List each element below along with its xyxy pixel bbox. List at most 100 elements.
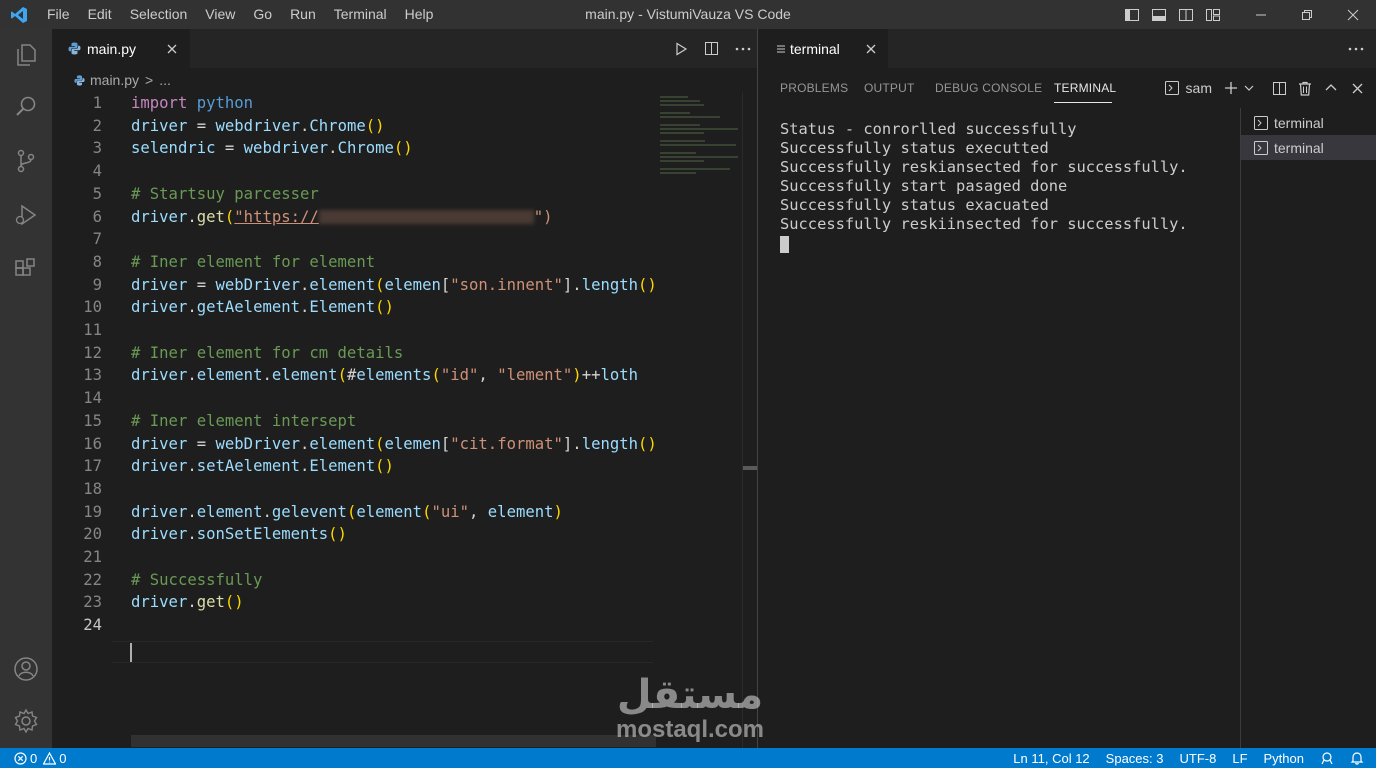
tab-main-py[interactable]: main.py	[52, 29, 190, 68]
end-of-line[interactable]: LF	[1232, 751, 1247, 766]
tab-terminal-panel[interactable]: TERMINAL	[1054, 81, 1116, 95]
chevron-down-icon[interactable]	[1240, 68, 1258, 108]
tab-problems[interactable]: PROBLEMS	[780, 81, 848, 95]
terminal-icon	[776, 44, 786, 54]
terminal-line: Successfully reskiansected for successfu…	[780, 158, 1188, 177]
vscode-logo-icon	[0, 0, 38, 29]
menu-view[interactable]: View	[196, 0, 244, 29]
line-number: 10	[83, 298, 102, 317]
split-editor-icon[interactable]	[696, 29, 727, 68]
line-text: driver = webDriver.element(elemen["son.i…	[131, 275, 657, 294]
code-line: 20 driver.sonSetElements()	[52, 523, 652, 546]
problems-indicator[interactable]: 0 0	[14, 748, 66, 768]
menu-file[interactable]: File	[38, 0, 79, 29]
close-tab-icon[interactable]	[154, 29, 190, 68]
manage-gear-icon[interactable]	[0, 697, 52, 745]
indentation[interactable]: Spaces: 3	[1106, 751, 1164, 766]
line-text: driver.element.gelevent(element("ui", el…	[131, 502, 563, 521]
minimize-icon[interactable]	[1238, 0, 1284, 29]
extensions-icon[interactable]	[0, 245, 52, 293]
line-number: 19	[83, 502, 102, 521]
menu-selection[interactable]: Selection	[121, 0, 197, 29]
watermark-logo: مستقل mostaql.com	[600, 672, 780, 752]
code-line: 9 driver = webDriver.element(elemen["son.…	[52, 274, 657, 297]
line-text: driver = webdriver.Chrome()	[131, 116, 385, 135]
terminal-list-item[interactable]: terminal	[1241, 110, 1376, 135]
terminal-line: Successfully status executted	[780, 139, 1049, 158]
restore-icon[interactable]	[1284, 0, 1330, 29]
code-line: 11	[52, 319, 652, 342]
code-line: 1 import python	[52, 92, 652, 115]
panel-header: PROBLEMS OUTPUT DEBUG CONSOLE TERMINAL s…	[758, 68, 1376, 108]
toggle-secondary-sidebar-icon[interactable]	[1172, 0, 1199, 29]
menu-help[interactable]: Help	[396, 0, 443, 29]
line-number: 16	[83, 434, 102, 453]
close-panel-icon[interactable]	[1344, 68, 1370, 108]
code-line: 2 driver = webdriver.Chrome()	[52, 115, 652, 138]
terminal-prompt-icon	[1164, 80, 1180, 96]
search-icon[interactable]	[0, 83, 52, 131]
new-terminal-icon[interactable]	[1222, 68, 1240, 108]
encoding[interactable]: UTF-8	[1180, 751, 1217, 766]
code-line: 15 # Iner element intersept	[52, 410, 652, 433]
line-number: 9	[92, 275, 102, 294]
split-terminal-icon[interactable]	[1266, 68, 1292, 108]
minimap[interactable]	[660, 92, 742, 742]
line-text: # Iner element for cm details	[131, 343, 404, 362]
code-editor[interactable]: 1 import python 2 driver = webdriver.Chrom…	[52, 92, 657, 742]
line-number: 2	[92, 116, 102, 135]
source-control-icon[interactable]	[0, 137, 52, 185]
breadcrumb-separator: >	[145, 72, 154, 88]
breadcrumb-more[interactable]: ...	[159, 72, 171, 88]
line-number: 5	[92, 184, 102, 203]
tab-debug-console[interactable]: DEBUG CONSOLE	[935, 81, 1042, 95]
terminal-cursor	[780, 235, 789, 253]
error-icon	[14, 751, 27, 765]
code-line: 21	[52, 546, 652, 569]
line-number: 15	[83, 411, 102, 430]
code-line: 16 driver = webDriver.element(elemen["cit…	[52, 433, 657, 456]
line-number: 1	[92, 94, 102, 112]
line-number: 8	[92, 252, 102, 271]
line-text: driver.getAelement.Element()	[131, 298, 394, 317]
vertical-scrollbar[interactable]	[742, 92, 757, 748]
close-icon[interactable]	[1330, 0, 1376, 29]
editor-group: main.py main.py > ... 1 import python 2 …	[52, 29, 758, 748]
horizontal-scrollbar[interactable]	[131, 735, 656, 747]
account-icon[interactable]	[0, 645, 52, 693]
run-python-file-icon[interactable]	[665, 29, 696, 68]
menu-edit[interactable]: Edit	[79, 0, 121, 29]
menu-go[interactable]: Go	[244, 0, 281, 29]
explorer-icon[interactable]	[0, 31, 52, 79]
menu-run[interactable]: Run	[281, 0, 325, 29]
toggle-sidebar-icon[interactable]	[1118, 0, 1145, 29]
trash-icon[interactable]	[1292, 68, 1318, 108]
language-mode[interactable]: Python	[1264, 751, 1304, 766]
feedback-icon[interactable]	[1320, 751, 1334, 765]
breadcrumb-file[interactable]: main.py	[90, 72, 139, 88]
line-text: # Iner element for element	[131, 252, 376, 271]
terminal-list-item[interactable]: terminal	[1241, 135, 1376, 160]
line-text: # Iner element intersept	[131, 411, 357, 430]
run-debug-icon[interactable]	[0, 191, 52, 239]
cursor-position[interactable]: Ln 11, Col 12	[1013, 751, 1089, 766]
line-number: 23	[83, 593, 102, 612]
more-actions-icon[interactable]	[727, 29, 758, 68]
close-tab-icon[interactable]	[866, 44, 876, 54]
code-line: 18	[52, 478, 652, 501]
toggle-panel-icon[interactable]	[1145, 0, 1172, 29]
customize-layout-icon[interactable]	[1199, 0, 1226, 29]
terminal-selector[interactable]: sam	[1164, 80, 1212, 96]
notifications-bell-icon[interactable]	[1350, 751, 1364, 765]
scroll-thumb[interactable]	[743, 466, 757, 470]
terminal-output[interactable]: Status - conrorlled successfully Success…	[780, 120, 1235, 253]
menu-terminal[interactable]: Terminal	[325, 0, 396, 29]
maximize-panel-icon[interactable]	[1318, 68, 1344, 108]
title-bar: File Edit Selection View Go Run Terminal…	[0, 0, 1376, 29]
tab-output[interactable]: OUTPUT	[864, 81, 915, 95]
tab-terminal[interactable]: terminal	[758, 29, 888, 68]
code-line: 5 # Startsuy parcesser	[52, 183, 652, 206]
more-actions-icon[interactable]	[1348, 29, 1364, 68]
code-line: 14	[52, 387, 652, 410]
watermark-latin: mostaql.com	[615, 716, 765, 743]
